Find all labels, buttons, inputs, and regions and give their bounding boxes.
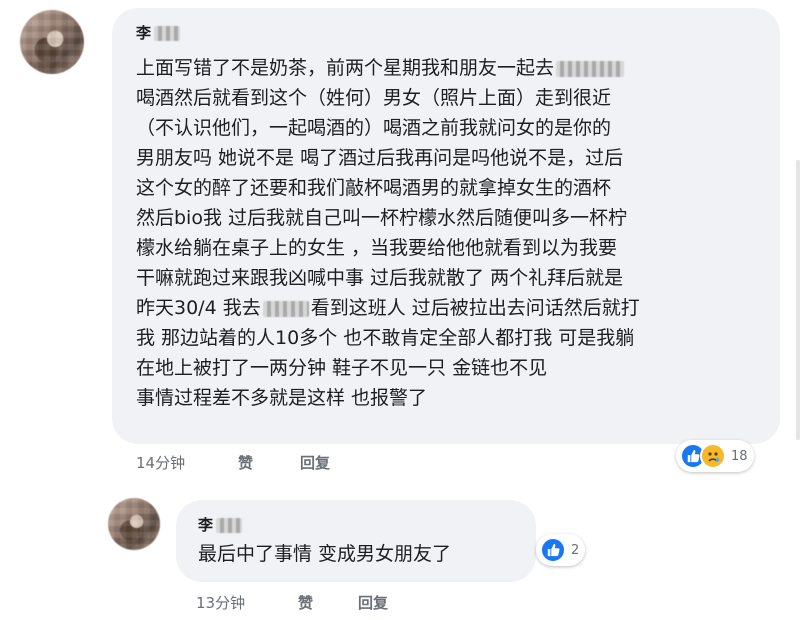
comment-bubble: 李 上面写错了不是奶茶，前两个星期我和朋友一起去 喝酒然后就看到这个（姓何）男女… <box>112 8 780 444</box>
like-link[interactable]: 赞 <box>238 452 253 473</box>
redacted-name <box>154 26 181 41</box>
comment-text-line: 事情过程差不多就是这样 也报警了 <box>136 387 428 409</box>
redacted-name <box>216 518 243 533</box>
comment-text-line: 在地上被打了一两分钟 鞋子不见一只 金链也不见 <box>136 357 548 379</box>
redacted-text <box>262 300 309 317</box>
comment-text-line: 最后中了事情 变成男女朋友了 <box>198 543 452 565</box>
like-icon <box>540 537 566 563</box>
sad-face-icon <box>700 443 726 469</box>
comment-timestamp[interactable]: 14分钟 <box>136 452 185 473</box>
reply-link[interactable]: 回复 <box>300 452 330 473</box>
reaction-summary[interactable]: 2 <box>536 534 586 566</box>
comment-text-line: 然后bio我 过后我就自己叫一杯柠檬水然后随便叫多一杯柠 <box>136 207 628 229</box>
comment-text-line: 昨天30/4 我去 看到这班人 过后被拉出去问话然后就打 <box>136 297 640 319</box>
comment-text-line: 喝酒然后就看到这个（姓何）男女（照片上面）走到很近 <box>136 87 612 109</box>
comment-text-line: （不认识他们，一起喝酒的）喝酒之前我就问女的是你的 <box>136 117 612 139</box>
reply-bubble: 李 最后中了事情 变成男女朋友了 <box>176 500 536 582</box>
comment-text-line: 我 那边站着的人10多个 也不敢肯定全部人都打我 可是我躺 <box>136 327 635 349</box>
reply-link[interactable]: 回复 <box>358 592 388 613</box>
reaction-summary[interactable]: 18 <box>676 440 754 472</box>
comment-text-line: 上面写错了不是奶茶，前两个星期我和朋友一起去 <box>136 56 625 80</box>
comment-text-line: 这个女的醉了还要和我们敲杯喝酒男的就拿掉女生的酒杯 <box>136 177 612 199</box>
scrollbar[interactable] <box>796 160 800 440</box>
comment-author[interactable]: 李 <box>198 514 243 535</box>
comment-timestamp[interactable]: 13分钟 <box>196 592 245 613</box>
comment-text-line: 檬水给躺在桌子上的女生 ，当我要给他他就看到以为我要 <box>136 237 618 259</box>
like-link[interactable]: 赞 <box>298 592 313 613</box>
reaction-count: 2 <box>571 542 580 558</box>
avatar[interactable] <box>108 498 160 550</box>
redacted-text <box>556 60 625 77</box>
comment-text-line: 男朋友吗 她说不是 喝了酒过后我再问是吗他说不是，过后 <box>136 147 624 169</box>
comment-author[interactable]: 李 <box>136 22 181 43</box>
reaction-count: 18 <box>731 448 748 464</box>
comment-text-line: 干嘛就跑过来跟我凶喊中事 过后我就散了 两个礼拜后就是 <box>136 267 624 289</box>
avatar[interactable] <box>20 10 84 74</box>
